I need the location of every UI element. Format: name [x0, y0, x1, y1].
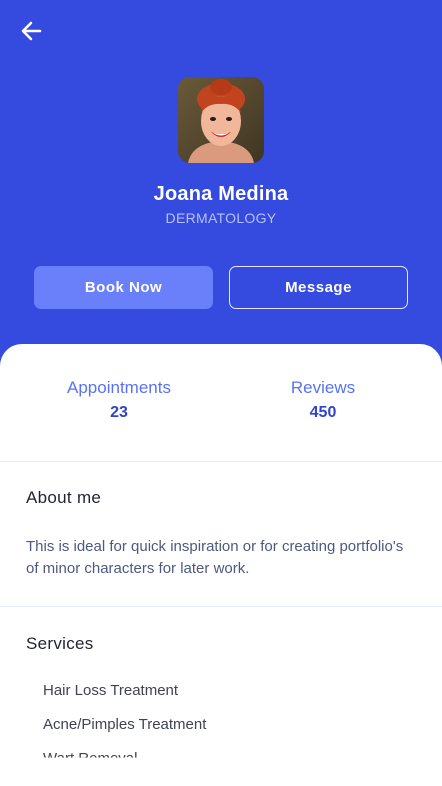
services-title: Services: [26, 634, 94, 653]
about-title: About me: [26, 488, 102, 507]
reviews-stat: Reviews 450: [223, 378, 423, 422]
service-item[interactable]: Acne/Pimples Treatment: [43, 716, 206, 733]
about-text: This is ideal for quick inspiration or f…: [26, 538, 404, 577]
reviews-count: 450: [309, 404, 337, 421]
book-now-button[interactable]: Book Now: [34, 266, 213, 309]
service-item[interactable]: Hair Loss Treatment: [43, 682, 178, 699]
divider: [0, 461, 442, 462]
profile-details-card: Appointments 23 Reviews 450 About me Thi…: [0, 344, 442, 786]
back-button[interactable]: [18, 18, 44, 44]
appointments-stat: Appointments 23: [19, 378, 219, 422]
service-item[interactable]: Wart Removal: [43, 750, 137, 758]
profile-name: Joana Medina: [153, 183, 289, 205]
profile-header: Joana Medina DERMATOLOGY Book Now Messag…: [0, 0, 442, 370]
arrow-left-icon: [21, 21, 42, 41]
profile-specialty: DERMATOLOGY: [165, 210, 277, 226]
avatar: [178, 77, 264, 163]
appointments-label: Appointments: [67, 378, 171, 397]
reviews-label: Reviews: [290, 378, 356, 397]
divider: [0, 606, 442, 607]
message-button[interactable]: Message: [229, 266, 408, 309]
appointments-count: 23: [110, 404, 128, 421]
